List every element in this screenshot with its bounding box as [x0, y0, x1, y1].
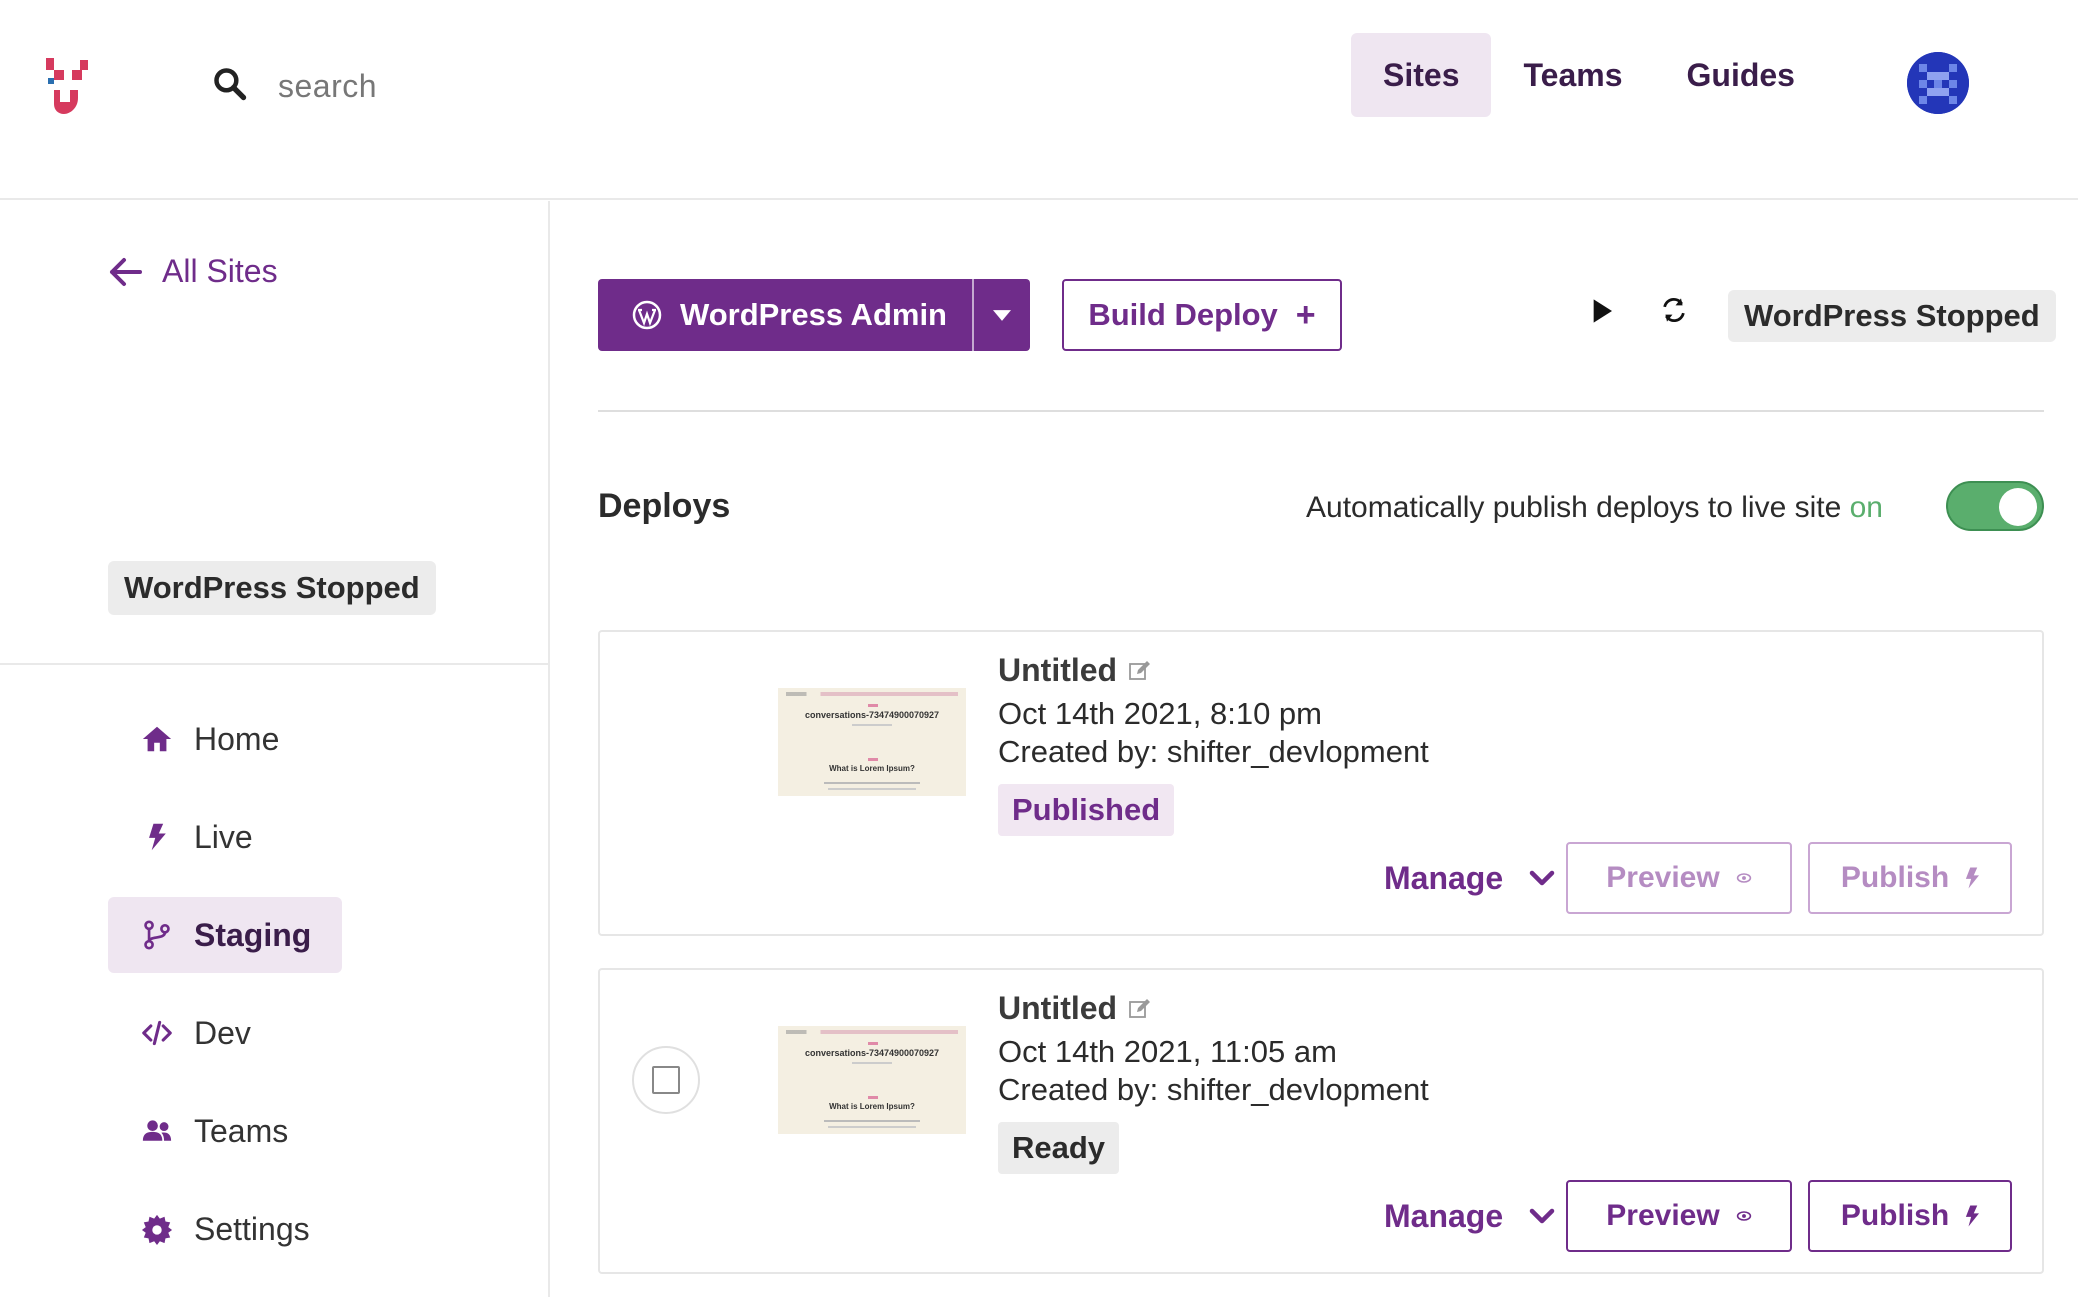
chevron-down-icon [1529, 870, 1555, 885]
deploy-title-text: Untitled [998, 990, 1118, 1026]
search-icon [212, 66, 252, 106]
deploys-heading: Deploys [598, 487, 731, 525]
auto-publish-label: Automatically publish deploys to live si… [1306, 491, 1842, 524]
build-deploy-label: Build Deploy [1088, 297, 1278, 332]
toggle-knob [1999, 488, 2037, 526]
sidebar-item-label: Teams [194, 1112, 289, 1149]
code-icon [140, 1016, 174, 1050]
caret-down-icon [993, 309, 1011, 321]
manage-dropdown[interactable]: Manage [1384, 860, 1555, 897]
deploy-select-checkbox[interactable] [632, 1046, 700, 1114]
wordpress-admin-dropdown[interactable] [972, 279, 1030, 351]
thumbnail-question: What is Lorem Ipsum? [829, 1102, 915, 1111]
auto-publish-state: on [1849, 491, 1883, 524]
sidebar-item-label: Home [194, 720, 280, 757]
status-badge: Published [998, 784, 1175, 836]
all-sites-label: All Sites [162, 253, 278, 289]
build-deploy-button[interactable]: Build Deploy + [1062, 279, 1342, 351]
deploy-card: conversations-73474900070927 What is Lor… [598, 630, 2044, 936]
wordpress-icon [632, 300, 662, 330]
sidebar: All Sites WordPress Stopped Home Live St… [0, 201, 550, 1297]
eye-icon [1736, 873, 1751, 883]
wordpress-admin-button-group: WordPress Admin [598, 279, 1030, 351]
preview-label: Preview [1606, 861, 1720, 894]
search-input[interactable]: search [278, 68, 377, 105]
edit-icon[interactable] [1129, 998, 1151, 1020]
sidebar-item-dev[interactable]: Dev [108, 995, 342, 1071]
sidebar-item-home[interactable]: Home [108, 701, 342, 777]
bolt-icon [140, 820, 174, 854]
shifter-logo[interactable] [44, 56, 92, 120]
user-avatar[interactable] [1907, 52, 1969, 114]
sidebar-menu: Home Live Staging Dev Teams Settings [108, 701, 342, 1289]
refresh-icon[interactable] [1660, 296, 1696, 332]
preview-button[interactable]: Preview [1566, 842, 1792, 914]
sidebar-divider [0, 663, 548, 665]
preview-button[interactable]: Preview [1566, 1180, 1792, 1252]
edit-icon[interactable] [1129, 660, 1151, 682]
nav-sites[interactable]: Sites [1351, 33, 1492, 117]
publish-label: Publish [1840, 1199, 1950, 1232]
eye-icon [1736, 1211, 1751, 1221]
play-icon[interactable] [1587, 296, 1623, 332]
deploy-creator: Created by: shifter_devlopment [998, 1072, 1429, 1107]
sidebar-item-live[interactable]: Live [108, 799, 342, 875]
thumbnail-title: conversations-73474900070927 [804, 1048, 940, 1058]
deploy-creator: Created by: shifter_devlopment [998, 734, 1429, 769]
arrow-left-icon [110, 257, 142, 286]
nav-teams[interactable]: Teams [1491, 33, 1654, 117]
deploy-date: Oct 14th 2021, 8:10 pm [998, 696, 1322, 731]
search-bar[interactable]: search [212, 58, 377, 114]
toolbar-divider [598, 410, 2044, 412]
publish-button[interactable]: Publish [1808, 842, 2012, 914]
deploy-thumbnail[interactable]: conversations-73474900070927 What is Lor… [778, 688, 966, 796]
gear-icon [140, 1212, 174, 1246]
sidebar-item-label: Staging [194, 916, 312, 953]
publish-label: Publish [1840, 861, 1950, 894]
bolt-icon [1966, 867, 1980, 889]
status-badge: Ready [998, 1122, 1120, 1174]
auto-publish-toggle[interactable] [1946, 481, 2044, 531]
top-nav: Sites Teams Guides [1351, 33, 1827, 117]
manage-label: Manage [1384, 860, 1504, 896]
deploy-title: Untitled [998, 990, 1151, 1027]
deploy-date: Oct 14th 2021, 11:05 am [998, 1034, 1337, 1069]
manage-dropdown[interactable]: Manage [1384, 1198, 1555, 1235]
deploy-card: conversations-73474900070927 What is Lor… [598, 968, 2044, 1274]
wordpress-admin-button[interactable]: WordPress Admin [598, 279, 972, 351]
main-content: WordPress Admin Build Deploy + WordPress… [552, 201, 2078, 1297]
home-icon [140, 722, 174, 756]
sidebar-item-label: Dev [194, 1014, 251, 1051]
all-sites-link[interactable]: All Sites [108, 253, 278, 290]
checkbox-box [652, 1066, 680, 1094]
top-bar: search Sites Teams Guides [0, 0, 2078, 200]
nav-guides[interactable]: Guides [1655, 33, 1827, 117]
deploy-title: Untitled [998, 652, 1151, 689]
manage-label: Manage [1384, 1198, 1504, 1234]
auto-publish-text: Automatically publish deploys to live si… [1306, 491, 1883, 525]
bolt-icon [1966, 1205, 1980, 1227]
sidebar-item-settings[interactable]: Settings [108, 1191, 342, 1267]
thumbnail-question: What is Lorem Ipsum? [829, 764, 915, 773]
wordpress-admin-label: WordPress Admin [680, 297, 947, 332]
sidebar-item-staging[interactable]: Staging [108, 897, 342, 973]
chevron-down-icon [1529, 1208, 1555, 1223]
sidebar-item-teams[interactable]: Teams [108, 1093, 342, 1169]
wordpress-status-badge: WordPress Stopped [1728, 290, 2056, 342]
plus-icon: + [1295, 295, 1316, 334]
sidebar-item-label: Live [194, 818, 253, 855]
deploy-title-text: Untitled [998, 652, 1118, 688]
preview-label: Preview [1606, 1199, 1720, 1232]
site-status-badge: WordPress Stopped [108, 561, 436, 615]
users-icon [140, 1114, 174, 1148]
sidebar-item-label: Settings [194, 1210, 310, 1247]
thumbnail-title: conversations-73474900070927 [804, 710, 940, 720]
publish-button[interactable]: Publish [1808, 1180, 2012, 1252]
deploy-thumbnail[interactable]: conversations-73474900070927 What is Lor… [778, 1026, 966, 1134]
branch-icon [140, 918, 174, 952]
